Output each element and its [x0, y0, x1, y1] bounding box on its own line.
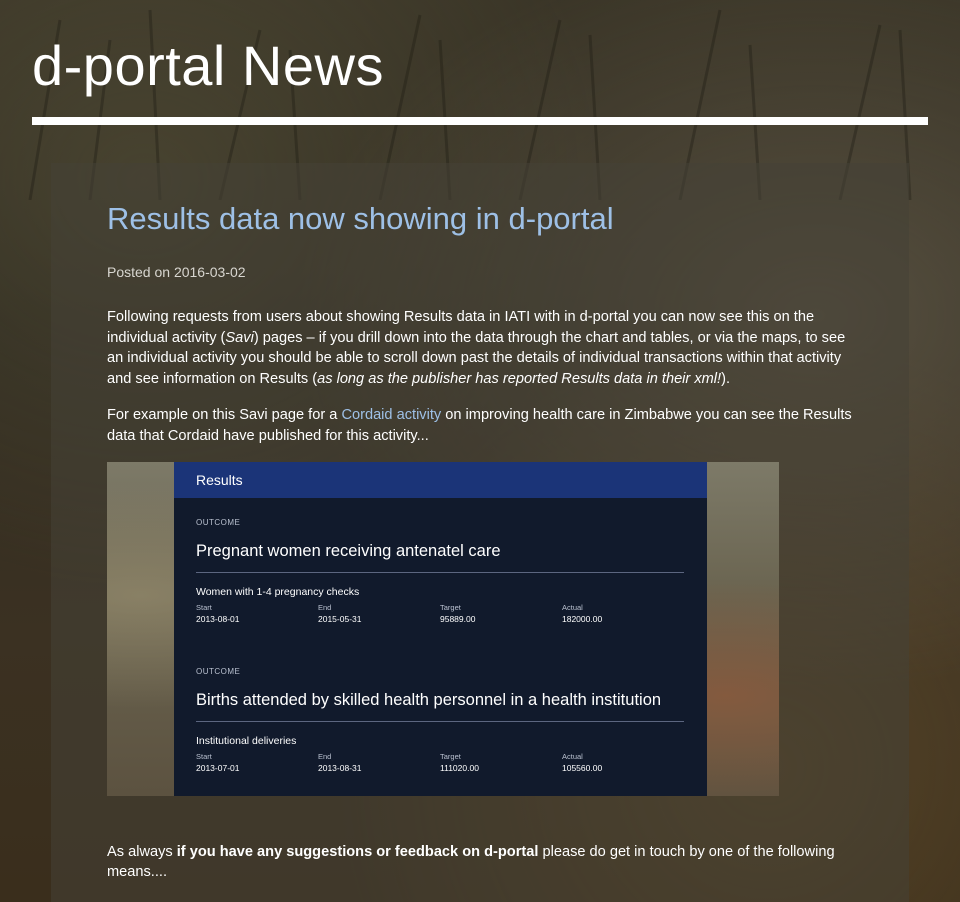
field-end: End 2013-08-31	[318, 752, 440, 774]
post-body: Following requests from users about show…	[107, 307, 852, 446]
outcome-divider	[196, 721, 684, 722]
field-start: Start 2013-07-01	[196, 752, 318, 774]
field-label: Target	[440, 752, 461, 761]
outcome-title: Pregnant women receiving antenatel care	[196, 542, 501, 560]
outcome-divider	[196, 572, 684, 573]
field-start: Start 2013-08-01	[196, 603, 318, 625]
field-label: End	[318, 752, 332, 761]
field-value: 2015-05-31	[318, 614, 362, 624]
post-content: Results data now showing in d-portal Pos…	[107, 199, 852, 880]
field-label: Start	[196, 603, 212, 612]
indicator-title: Institutional deliveries	[196, 735, 297, 747]
paragraph-intro: Following requests from users about show…	[107, 307, 852, 389]
field-label: End	[318, 603, 332, 612]
intro-savi: Savi	[225, 329, 254, 346]
field-target: Target 95889.00	[440, 603, 562, 625]
field-actual: Actual 105560.00	[562, 752, 684, 774]
outcome-block: OUTCOME Births attended by skilled healt…	[196, 667, 684, 774]
closing-text-a: As always	[107, 843, 177, 860]
closing-bold: if you have any suggestions or feedback …	[176, 843, 539, 860]
post-panel: Results data now showing in d-portal Pos…	[51, 163, 909, 902]
results-screenshot: Results OUTCOME Pregnant women receiving…	[107, 462, 779, 796]
cordaid-activity-link[interactable]: Cordaid activity	[341, 407, 441, 423]
intro-text-c: ).	[721, 370, 731, 387]
paragraph-closing: As always if you have any suggestions or…	[107, 842, 867, 883]
field-target: Target 111020.00	[440, 752, 562, 774]
post-date: Posted on 2016-03-02	[107, 263, 852, 281]
indicator-fields: Start 2013-08-01 End 2015-05-31 Target 9…	[196, 603, 684, 625]
outcome-title: Births attended by skilled health person…	[196, 691, 662, 709]
header-divider	[32, 117, 928, 125]
field-label: Start	[196, 752, 212, 761]
field-value: 2013-08-31	[318, 763, 362, 773]
intro-note: as long as the publisher has reported Re…	[317, 370, 722, 387]
field-value: 2013-08-01	[196, 614, 240, 624]
site-title[interactable]: d-portal News	[32, 30, 928, 102]
field-label: Actual	[562, 752, 583, 761]
results-card: Results OUTCOME Pregnant women receiving…	[174, 462, 707, 796]
indicator-fields: Start 2013-07-01 End 2013-08-31 Target 1…	[196, 752, 684, 774]
field-label: Target	[440, 603, 461, 612]
paragraph-example: For example on this Savi page for a Cord…	[107, 405, 852, 446]
field-value: 105560.00	[562, 763, 603, 773]
field-value: 182000.00	[562, 614, 603, 624]
outcome-kicker: OUTCOME	[196, 667, 241, 676]
field-actual: Actual 182000.00	[562, 603, 684, 625]
posted-date: 2016-03-02	[173, 264, 246, 280]
outcome-block: OUTCOME Pregnant women receiving antenat…	[196, 518, 684, 625]
field-label: Actual	[562, 603, 583, 612]
field-value: 111020.00	[440, 763, 479, 773]
posted-label: Posted on	[107, 264, 171, 280]
field-value: 2013-07-01	[196, 763, 240, 773]
outcome-kicker: OUTCOME	[196, 518, 241, 527]
indicator-title: Women with 1-4 pregnancy checks	[196, 586, 360, 598]
site-header: d-portal News	[32, 30, 928, 125]
example-text-a: For example on this Savi page for a	[107, 407, 342, 423]
field-end: End 2015-05-31	[318, 603, 440, 625]
post-title[interactable]: Results data now showing in d-portal	[107, 199, 852, 239]
results-header: Results	[174, 462, 707, 498]
field-value: 95889.00	[440, 614, 476, 624]
